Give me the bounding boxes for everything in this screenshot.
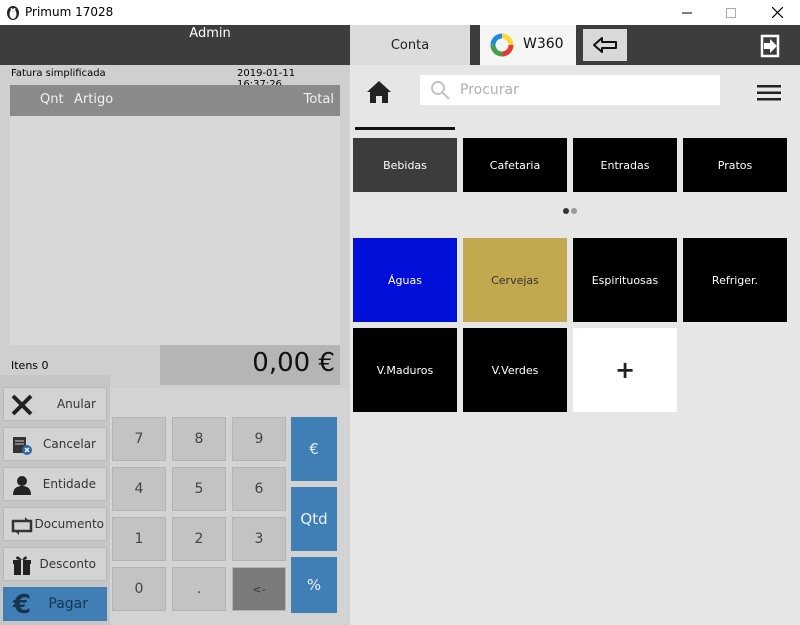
key-decimal[interactable]: . (172, 567, 226, 611)
minimize-button[interactable] (664, 0, 710, 25)
subcategory-espirituosas[interactable]: Espirituosas (573, 238, 677, 322)
category-bebidas[interactable]: Bebidas (353, 138, 457, 192)
gift-icon (10, 553, 34, 577)
cancelar-label: Cancelar (43, 437, 96, 451)
home-icon[interactable] (366, 80, 392, 104)
key-9[interactable]: 9 (232, 417, 286, 461)
search-icon (431, 81, 450, 100)
swap-document-icon (10, 513, 34, 537)
page-dot-active[interactable] (563, 208, 569, 214)
items-list[interactable] (10, 116, 340, 345)
cancelar-button[interactable]: Cancelar (3, 427, 107, 461)
subcategory-vverdes[interactable]: V.Verdes (463, 328, 567, 412)
key-8[interactable]: 8 (172, 417, 226, 461)
exit-button[interactable] (755, 32, 785, 60)
search-input[interactable] (460, 79, 710, 101)
category-pratos[interactable]: Pratos (683, 138, 787, 192)
close-window-button[interactable] (754, 0, 800, 25)
pagar-label: Pagar (48, 596, 88, 612)
page-indicator (563, 208, 579, 214)
category-entradas[interactable]: Entradas (573, 138, 677, 192)
euro-icon: € (12, 590, 32, 620)
maximize-button[interactable] (708, 0, 754, 25)
key-quantity[interactable]: Qtd (291, 487, 337, 551)
back-button[interactable] (583, 29, 627, 61)
anular-label: Anular (56, 397, 96, 411)
subcategory-aguas[interactable]: Águas (353, 238, 457, 322)
penguin-app-icon (7, 6, 19, 20)
key-3[interactable]: 3 (232, 517, 286, 561)
column-artigo: Artigo (74, 92, 114, 107)
user-icon (10, 473, 34, 497)
tab-conta[interactable]: Conta (350, 25, 470, 65)
column-total: Total (303, 92, 334, 107)
w360-logo-icon (490, 33, 514, 57)
documento-button[interactable]: Documento (3, 507, 107, 541)
search-box (420, 75, 720, 105)
anular-button[interactable]: Anular (3, 387, 107, 421)
selected-category-indicator (355, 127, 455, 130)
add-tile-button[interactable]: + (573, 328, 677, 412)
key-2[interactable]: 2 (172, 517, 226, 561)
key-percent[interactable]: % (291, 557, 337, 613)
key-6[interactable]: 6 (232, 467, 286, 511)
plus-icon: + (614, 356, 636, 384)
minimize-icon (682, 12, 692, 13)
page-dot[interactable] (571, 208, 577, 214)
document-type: Fatura simplificada (11, 68, 106, 79)
pagar-button[interactable]: € Pagar (3, 587, 107, 621)
x-icon (10, 393, 34, 417)
window-titlebar: Primum 17028 (0, 0, 800, 25)
key-5[interactable]: 5 (172, 467, 226, 511)
pos-app: Primum 17028 Admin Conta W360 Fatura sim… (0, 0, 800, 625)
total-value: 0,00 € (252, 348, 335, 378)
total-box: 0,00 € (160, 345, 340, 385)
subcategory-cervejas[interactable]: Cervejas (463, 238, 567, 322)
entidade-label: Entidade (42, 477, 96, 491)
logout-icon (760, 34, 780, 58)
documento-label: Documento (34, 517, 104, 531)
tab-w360[interactable]: W360 (480, 25, 576, 65)
subcategory-vmaduros[interactable]: V.Maduros (353, 328, 457, 412)
key-euro[interactable]: € (291, 417, 337, 481)
category-cafetaria[interactable]: Cafetaria (463, 138, 567, 192)
column-qnt: Qnt (40, 92, 64, 107)
items-count: Itens 0 (11, 359, 49, 372)
maximize-icon (726, 7, 736, 18)
entidade-button[interactable]: Entidade (3, 467, 107, 501)
close-icon (771, 7, 783, 18)
key-4[interactable]: 4 (112, 467, 166, 511)
key-7[interactable]: 7 (112, 417, 166, 461)
hamburger-menu-icon[interactable] (757, 84, 781, 102)
w360-label: W360 (523, 36, 564, 52)
user-bar: Admin (0, 25, 350, 65)
items-table-header: Qnt Artigo Total (10, 85, 340, 116)
window-title: Primum 17028 (25, 5, 114, 19)
arrow-left-icon (593, 37, 617, 53)
cancel-document-icon (10, 433, 34, 457)
key-1[interactable]: 1 (112, 517, 166, 561)
key-0[interactable]: 0 (112, 567, 166, 611)
desconto-label: Desconto (39, 557, 96, 571)
subcategory-refrigerantes[interactable]: Refriger. (683, 238, 787, 322)
key-backspace[interactable]: <- (232, 567, 286, 611)
desconto-button[interactable]: Desconto (3, 547, 107, 581)
